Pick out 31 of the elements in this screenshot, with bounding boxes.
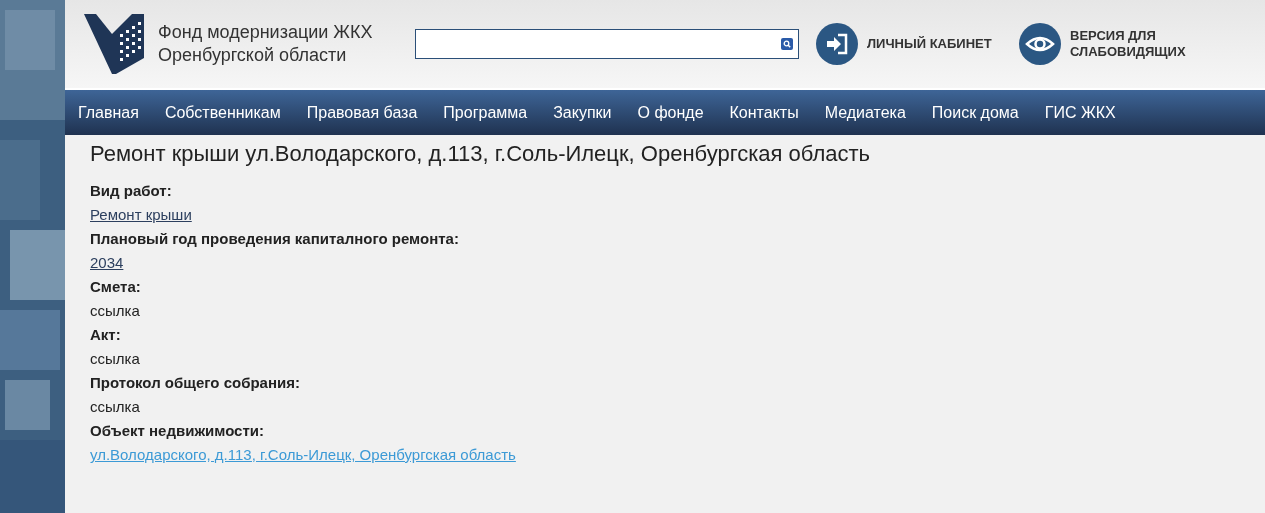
nav-link[interactable]: Главная (78, 103, 139, 122)
nav-link[interactable]: Контакты (729, 103, 799, 122)
accessibility-link[interactable]: ВЕРСИЯ ДЛЯ СЛАБОВИДЯЩИХ (1070, 28, 1186, 60)
nav-link[interactable]: О фонде (637, 103, 704, 122)
field-label: Смета: (90, 277, 142, 297)
nav-link[interactable]: Медиатека (824, 103, 906, 122)
nav-link[interactable]: Поиск дома (931, 103, 1019, 122)
field-value: ссылка (90, 302, 140, 319)
nav-link[interactable]: Программа (443, 103, 528, 122)
page-title: Ремонт крыши ул.Володарского, д.113, г.Соль-Илецк, Оренбургская область (90, 141, 871, 167)
field-label: Плановый год проведения капиталного ремонта: (90, 229, 460, 249)
field-label: Акт: (90, 325, 122, 345)
building-logo-icon (82, 12, 146, 76)
nav-link[interactable]: Собственникам (164, 103, 281, 122)
eye-icon[interactable] (1019, 23, 1061, 65)
login-icon[interactable] (816, 23, 858, 65)
field-link[interactable]: Ремонт крыши (90, 206, 192, 223)
org-name: Фонд модернизации ЖКХ (158, 21, 373, 44)
field-value: ссылка (90, 350, 140, 367)
nav-link[interactable]: ГИС ЖКХ (1044, 103, 1116, 122)
nav-link[interactable]: Закупки (553, 103, 612, 122)
search-field[interactable] (415, 29, 799, 59)
org-region: Оренбургской области (158, 44, 348, 67)
account-link[interactable]: ЛИЧНЫЙ КАБИНЕТ (867, 36, 992, 52)
field-label: Объект недвижимости: (90, 421, 266, 441)
nav-link[interactable]: Правовая база (306, 103, 418, 122)
field-value: ссылка (90, 398, 140, 415)
field-label: Вид работ: (90, 181, 173, 201)
search-icon[interactable] (781, 38, 793, 50)
field-link[interactable]: 2034 (90, 254, 124, 271)
field-label: Протокол общего собрания: (90, 373, 301, 393)
